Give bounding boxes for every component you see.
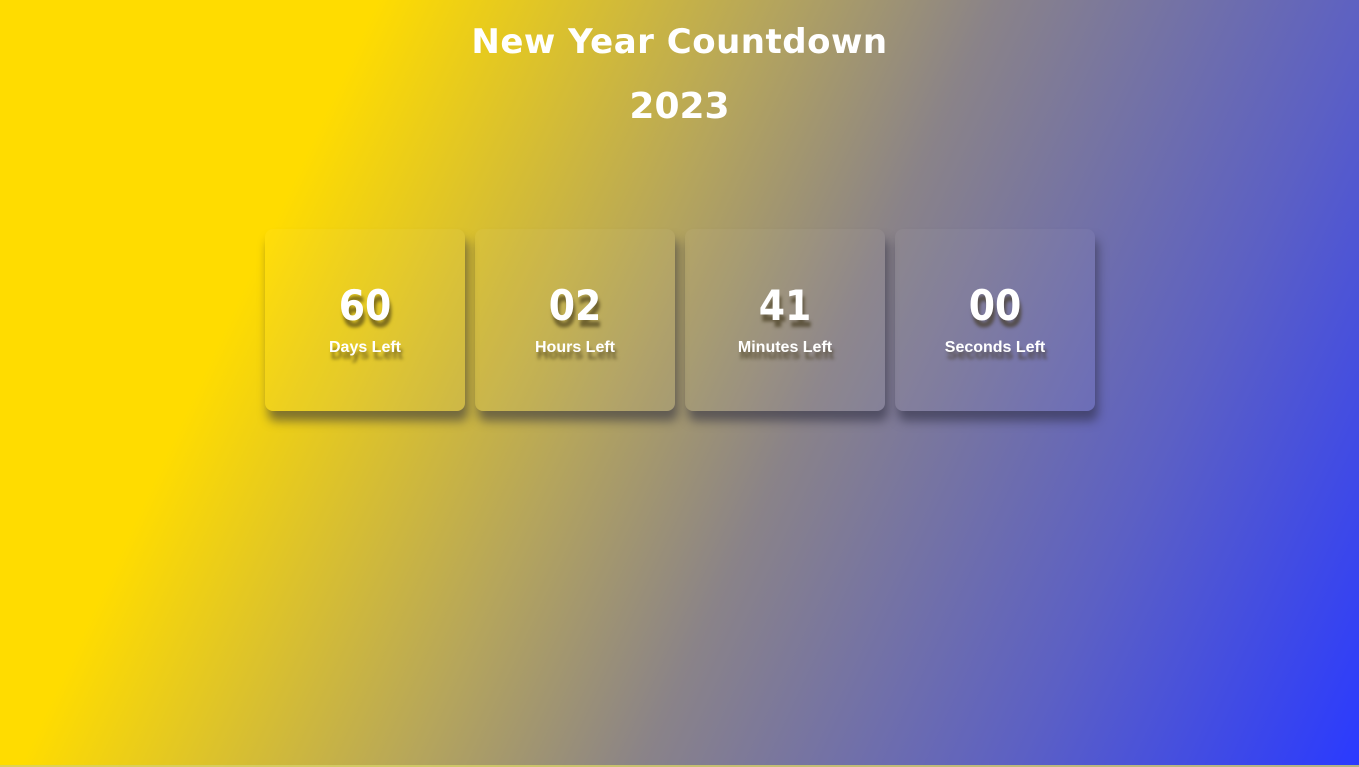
minutes-value: 41 xyxy=(758,281,812,330)
hours-label: Hours Left xyxy=(535,339,615,356)
countdown-cards: 60 Days Left 02 Hours Left 41 Minutes Le… xyxy=(265,229,1095,411)
hours-card: 02 Hours Left xyxy=(475,229,675,411)
hours-value: 02 xyxy=(548,281,602,330)
days-value: 60 xyxy=(338,281,392,330)
minutes-label: Minutes Left xyxy=(737,339,833,356)
countdown-year: 2023 xyxy=(629,86,730,127)
minutes-card: 41 Minutes Left xyxy=(685,229,885,411)
seconds-label: Seconds Left xyxy=(944,339,1046,356)
seconds-card: 00 Seconds Left xyxy=(895,229,1095,411)
countdown-page: New Year Countdown 2023 60 Days Left 02 … xyxy=(0,0,1359,767)
days-label: Days Left xyxy=(328,339,402,356)
seconds-value: 00 xyxy=(968,281,1022,330)
page-title: New Year Countdown xyxy=(471,22,888,62)
days-card: 60 Days Left xyxy=(265,229,465,411)
